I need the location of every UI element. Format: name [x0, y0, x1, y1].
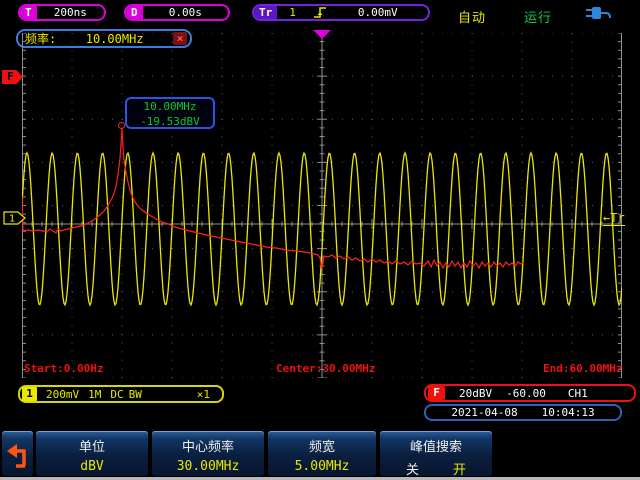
- oscilloscope-screen: T 200ns D 0.00s Tr 1 0.00mV 自动 运行 频率: 10…: [0, 0, 640, 480]
- menu-item-span[interactable]: 频宽 5.00MHz: [268, 431, 376, 476]
- peak-frequency: 10.00MHz: [127, 99, 213, 114]
- time-value: 10:04:13: [542, 406, 595, 419]
- ch1-level-marker[interactable]: 1: [3, 211, 27, 225]
- ch1-bandwidth: BW: [129, 388, 142, 401]
- ch1-status-pill[interactable]: 1 200mV 1M DC BW ×1: [18, 385, 224, 403]
- trigger-mode-label: 自动: [458, 7, 486, 26]
- datetime-pill: 2021-04-08 10:04:13: [424, 404, 622, 421]
- delay-value: 0.00s: [143, 6, 228, 19]
- back-arrow-icon: [5, 439, 31, 469]
- menu-item-peak-search[interactable]: 峰值搜索 关 开: [380, 431, 492, 476]
- date-value: 2021-04-08: [451, 406, 517, 419]
- menu-label: 单位: [36, 436, 148, 455]
- peak-annotation: 10.00MHz -19.53dBV: [125, 97, 215, 129]
- fft-level-marker[interactable]: F: [2, 70, 23, 84]
- trigger-pill[interactable]: Tr 1 0.00mV: [252, 4, 430, 21]
- run-status-label: 运行: [524, 7, 552, 26]
- trigger-level: 0.00mV: [358, 6, 398, 19]
- timebase-pill[interactable]: T 200ns: [18, 4, 106, 21]
- peak-search-on[interactable]: 开: [453, 459, 466, 478]
- timebase-badge: T: [20, 6, 37, 19]
- power-plug-icon: [584, 5, 614, 22]
- peak-search-off[interactable]: 关: [406, 459, 419, 478]
- softkey-menu: 单位 dBV 中心频率 30.00MHz 频宽 5.00MHz 峰值搜索 关 开: [0, 430, 640, 477]
- fft-badge: F: [428, 386, 445, 400]
- trigger-level-marker[interactable]: ←Tr: [603, 212, 625, 226]
- fft-offset: -60.00: [506, 387, 546, 400]
- fft-status-pill[interactable]: F 20dBV -60.00 CH1: [424, 384, 636, 402]
- ch1-scale: 200mV: [46, 388, 79, 401]
- delay-pill[interactable]: D 0.00s: [124, 4, 230, 21]
- trigger-badge: Tr: [254, 6, 277, 19]
- ch1-probe: ×1: [197, 388, 210, 401]
- ch1-badge: 1: [22, 387, 37, 401]
- trigger-position-marker[interactable]: [313, 30, 331, 39]
- axis-end-label: End:60.00MHz: [543, 362, 622, 375]
- menu-item-center-frequency[interactable]: 中心频率 30.00MHz: [152, 431, 264, 476]
- menu-label: 中心频率: [152, 436, 264, 455]
- ch1-coupling: DC: [110, 388, 123, 401]
- peak-level: -19.53dBV: [127, 114, 213, 129]
- axis-center-label: Center:30.00MHz: [276, 362, 375, 375]
- menu-value: 30.00MHz: [152, 459, 264, 474]
- trigger-source: 1: [289, 6, 296, 19]
- fft-scale: 20dBV: [459, 387, 492, 400]
- rising-edge-icon: [312, 6, 332, 19]
- peak-marker-icon: [118, 122, 125, 129]
- ch1-impedance: 1M: [88, 388, 101, 401]
- menu-value: 5.00MHz: [268, 459, 376, 474]
- menu-label: 峰值搜索: [380, 436, 492, 455]
- back-button[interactable]: [2, 431, 33, 476]
- menu-item-unit[interactable]: 单位 dBV: [36, 431, 148, 476]
- menu-label: 频宽: [268, 436, 376, 455]
- menu-value: dBV: [36, 459, 148, 474]
- svg-text:1: 1: [9, 214, 15, 225]
- axis-start-label: Start:0.00Hz: [24, 362, 103, 375]
- fft-source: CH1: [568, 387, 588, 400]
- timebase-value: 200ns: [37, 6, 104, 19]
- delay-badge: D: [126, 6, 143, 19]
- graticule-svg: [22, 33, 622, 378]
